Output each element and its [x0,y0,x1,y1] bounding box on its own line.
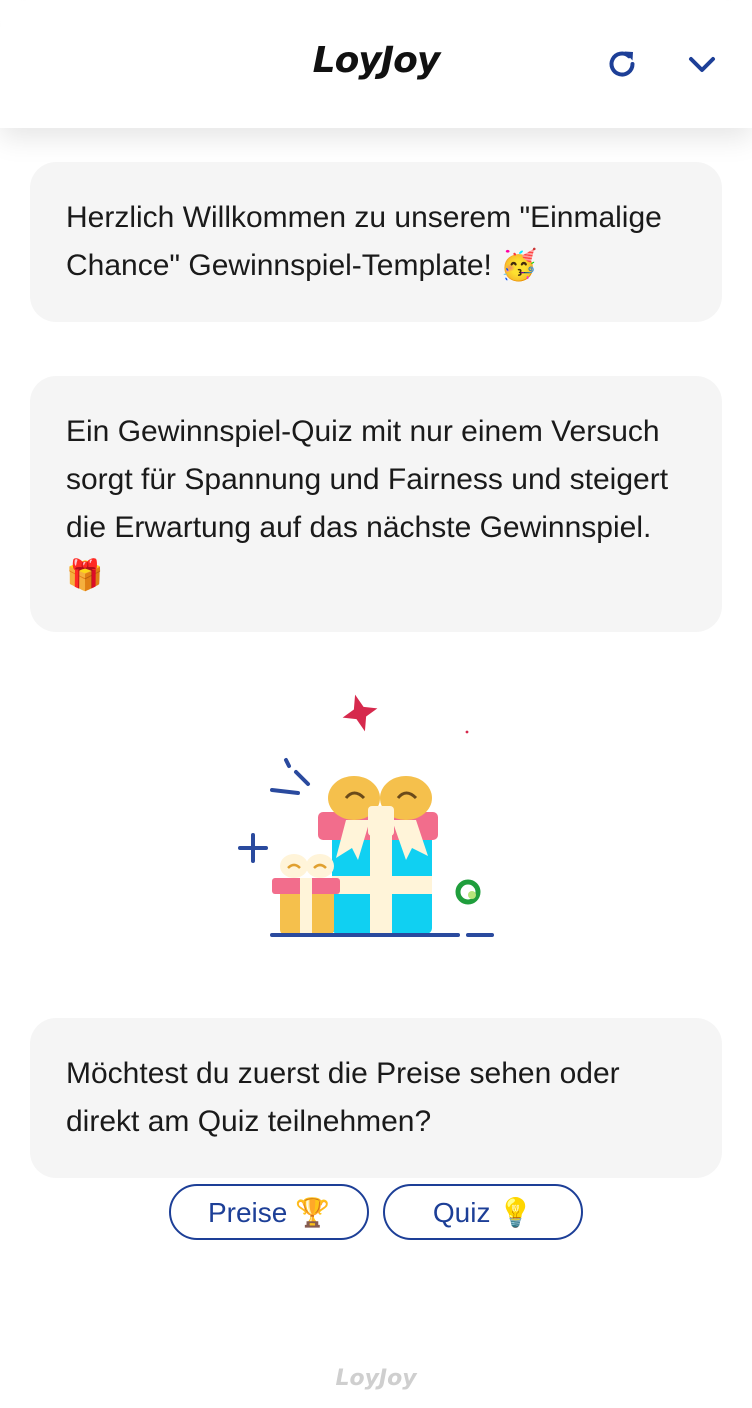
refresh-button[interactable] [602,44,642,84]
chat-header: LoyJoy [0,0,752,128]
footer-loyjoy-logo: LoyJoy [335,1366,417,1391]
chat-window: LoyJoy Herzlich Willkommen zu unserem "E… [0,0,752,1408]
quiz-button[interactable]: Quiz 💡 [383,1184,583,1240]
chat-message-question: Möchtest du zuerst die Preise sehen oder… [30,1018,722,1178]
chat-message-description: Ein Gewinnspiel-Quiz mit nur einem Versu… [30,376,722,632]
preise-button[interactable]: Preise 🏆 [169,1184,369,1240]
refresh-icon [609,51,635,77]
chat-message-welcome: Herzlich Willkommen zu unserem "Einmalig… [30,162,722,322]
gift-boxes-illustration [238,694,494,937]
collapse-button[interactable] [682,44,722,84]
sparkle-icon [342,694,378,732]
chevron-down-icon [689,57,715,72]
